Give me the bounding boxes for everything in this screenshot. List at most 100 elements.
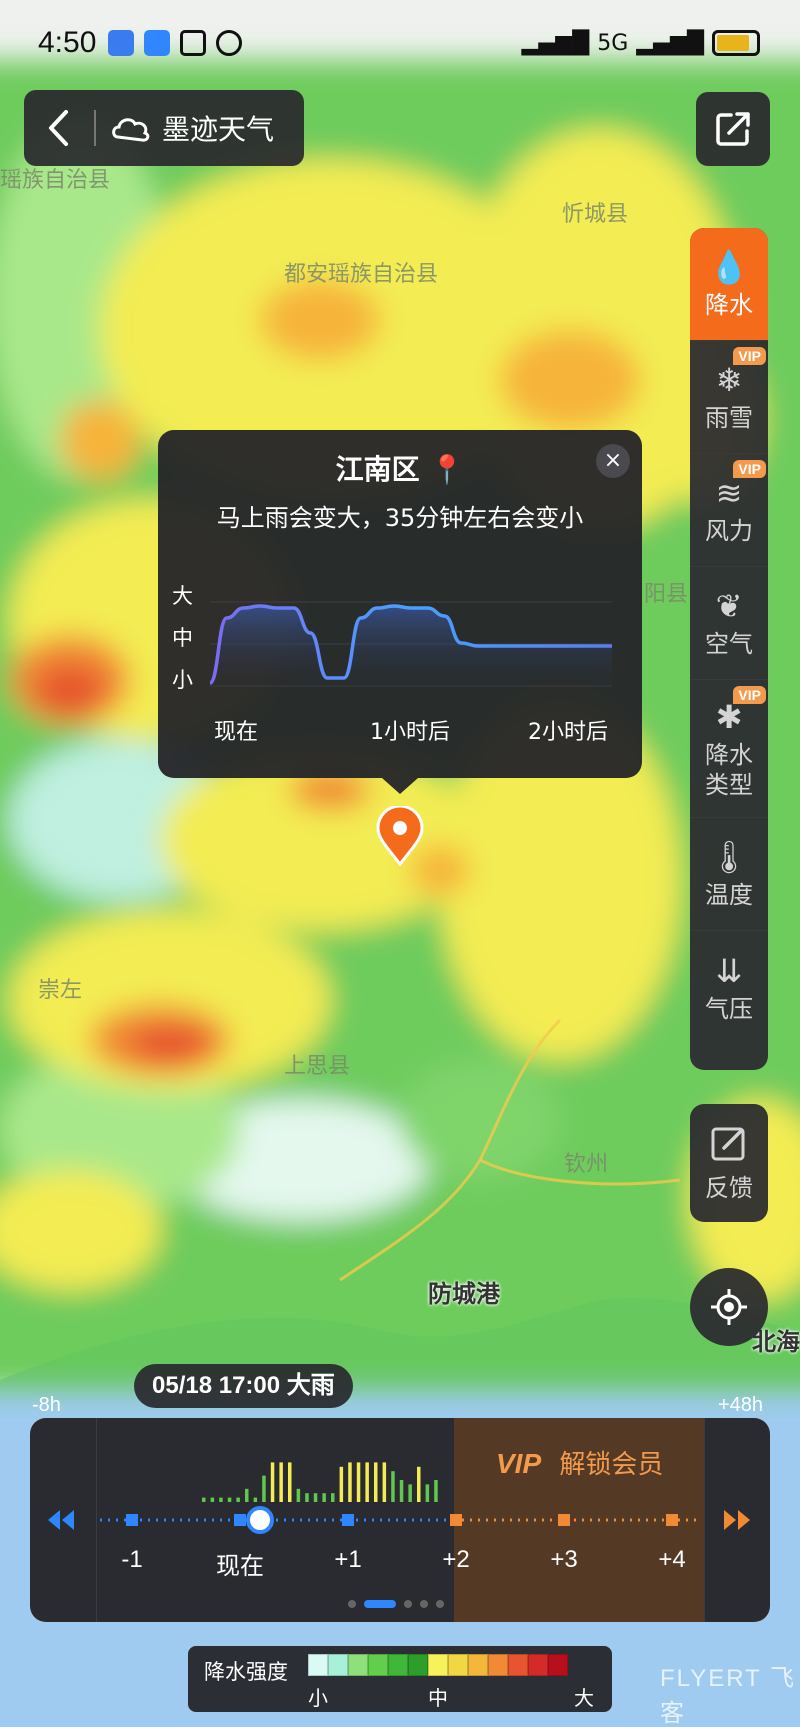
legend-swatch bbox=[328, 1654, 348, 1676]
popup-close-button[interactable]: × bbox=[596, 444, 630, 478]
vip-tag: VIP bbox=[733, 347, 766, 365]
map-label: 瑶族自治县 bbox=[0, 168, 111, 193]
timeline-tick[interactable]: -1 bbox=[102, 1546, 162, 1574]
location-name: 江南区 bbox=[335, 453, 420, 486]
precip-bar bbox=[339, 1466, 344, 1502]
map-label: 阳县 bbox=[644, 582, 689, 607]
tool-precip-type[interactable]: VIP ✱ 降水 类型 bbox=[690, 680, 768, 818]
legend-mid: 中 bbox=[428, 1686, 448, 1710]
precip-bar bbox=[391, 1471, 395, 1502]
tool-label: 降水 类型 bbox=[705, 740, 753, 799]
locate-button[interactable] bbox=[690, 1268, 768, 1346]
cloud-logo-icon bbox=[112, 118, 150, 142]
tool-label: 降水 bbox=[705, 291, 753, 319]
thermometer-icon: 🌡 bbox=[708, 838, 750, 876]
precip-bars bbox=[202, 1462, 438, 1502]
tool-air[interactable]: ❦ 空气 bbox=[690, 567, 768, 680]
tool-precipitation[interactable]: 💧 降水 bbox=[690, 228, 768, 341]
brand-name: 墨迹天气 bbox=[162, 113, 275, 146]
tool-label: 气压 bbox=[705, 994, 753, 1023]
page-dot bbox=[436, 1600, 444, 1608]
rewind-button[interactable] bbox=[46, 1506, 76, 1539]
precip-bar bbox=[382, 1462, 387, 1502]
popup-location: 江南区 📍 bbox=[158, 448, 642, 488]
timeline-tick[interactable]: +3 bbox=[534, 1546, 594, 1574]
page-dot bbox=[404, 1600, 412, 1608]
timeline-node[interactable] bbox=[666, 1514, 678, 1526]
status-bar: 4:50 ▂▄▆█ 5G ▂▄▆█ bbox=[0, 0, 800, 90]
fast-forward-button[interactable] bbox=[722, 1506, 752, 1539]
feedback-label: 反馈 bbox=[705, 1173, 753, 1202]
timeline-node[interactable] bbox=[126, 1514, 138, 1526]
precip-bar bbox=[399, 1480, 404, 1502]
alarm-icon bbox=[216, 30, 242, 56]
x-tick-label: 现在 bbox=[214, 720, 259, 745]
tool-pressure[interactable]: ⇊ 气压 bbox=[690, 931, 768, 1044]
timeline-end-label: +48h bbox=[718, 1394, 764, 1416]
watermark: FLYERT 飞客 bbox=[660, 1665, 797, 1727]
timeline-node[interactable] bbox=[450, 1514, 462, 1526]
legend-high: 大 bbox=[574, 1686, 594, 1710]
legend-color-scale bbox=[308, 1654, 568, 1676]
timeline-node[interactable] bbox=[558, 1514, 570, 1526]
current-time-chip: 05/18 17:00 大雨 bbox=[134, 1364, 353, 1408]
share-button[interactable] bbox=[696, 92, 770, 166]
timeline-node[interactable] bbox=[234, 1514, 246, 1526]
precip-bar bbox=[417, 1466, 421, 1502]
page-dot-active bbox=[364, 1600, 396, 1608]
timeline-tick[interactable]: +4 bbox=[642, 1546, 702, 1574]
location-marker-icon[interactable] bbox=[376, 806, 424, 866]
legend-swatch bbox=[528, 1654, 548, 1676]
timeline-node[interactable] bbox=[342, 1514, 354, 1526]
legend-swatch bbox=[308, 1654, 328, 1676]
timeline-handle[interactable] bbox=[246, 1506, 274, 1534]
location-pin-icon: 📍 bbox=[429, 453, 465, 486]
network-type: 5G bbox=[597, 30, 629, 56]
precipitation-chart bbox=[208, 601, 612, 688]
tool-temperature[interactable]: 🌡 温度 bbox=[690, 818, 768, 931]
precip-bar bbox=[356, 1462, 361, 1502]
status-time: 4:50 bbox=[38, 26, 97, 59]
page-dot bbox=[420, 1600, 428, 1608]
vip-tag: VIP bbox=[733, 460, 766, 478]
timeline-panel: VIP 解锁会员 -1 现在 +1 +2 +3 +4 bbox=[30, 1418, 770, 1622]
status-notification-icons bbox=[108, 30, 242, 56]
legend-swatch bbox=[388, 1654, 408, 1676]
timeline-tick[interactable]: 现在 bbox=[210, 1546, 270, 1581]
edit-icon bbox=[711, 1127, 745, 1160]
precipitation-icon: 💧 bbox=[709, 248, 749, 286]
precip-bar bbox=[374, 1462, 378, 1502]
tool-label: 空气 bbox=[705, 630, 753, 658]
legend-swatch bbox=[468, 1654, 488, 1676]
tool-rain-snow[interactable]: VIP ❄ 雨雪 bbox=[690, 341, 768, 454]
map-label: 钦州 bbox=[564, 1152, 609, 1177]
popup-pointer bbox=[382, 778, 418, 794]
legend-swatch bbox=[408, 1654, 428, 1676]
crosshair-icon bbox=[711, 1289, 747, 1325]
chevron-left-icon bbox=[49, 110, 68, 146]
map-label: 都安瑶族自治县 bbox=[284, 262, 439, 287]
signal-icon: ▂▄▆█ bbox=[521, 30, 590, 56]
timeline-tick[interactable]: +2 bbox=[426, 1546, 486, 1574]
tool-label: 雨雪 bbox=[705, 404, 753, 432]
back-button[interactable] bbox=[24, 90, 94, 166]
tool-wind[interactable]: VIP ≋ 风力 bbox=[690, 454, 768, 567]
feedback-button[interactable]: 反馈 bbox=[690, 1104, 768, 1222]
share-icon bbox=[716, 112, 750, 146]
pressure-icon: ⇊ bbox=[715, 951, 743, 990]
legend-swatch bbox=[508, 1654, 528, 1676]
timeline-tick[interactable]: +1 bbox=[318, 1546, 378, 1574]
timeline-track[interactable] bbox=[30, 1500, 770, 1540]
nfc-icon bbox=[180, 30, 206, 56]
forecast-popup: 江南区 📍 × 马上雨会变大，35分钟左右会变小 大 中 小 现在 1小时后 2… bbox=[158, 430, 642, 778]
legend-title: 降水强度 bbox=[204, 1660, 288, 1684]
precip-bar bbox=[262, 1475, 266, 1502]
legend-swatch bbox=[428, 1654, 448, 1676]
legend-swatch bbox=[448, 1654, 468, 1676]
precip-bar bbox=[348, 1462, 352, 1502]
precip-legend: 降水强度 小 中 大 bbox=[188, 1646, 612, 1712]
legend-swatch bbox=[548, 1654, 568, 1676]
legend-swatch bbox=[488, 1654, 508, 1676]
signal-icon: ▂▄▆█ bbox=[636, 30, 704, 56]
x-tick-label: 2小时后 bbox=[528, 720, 608, 745]
